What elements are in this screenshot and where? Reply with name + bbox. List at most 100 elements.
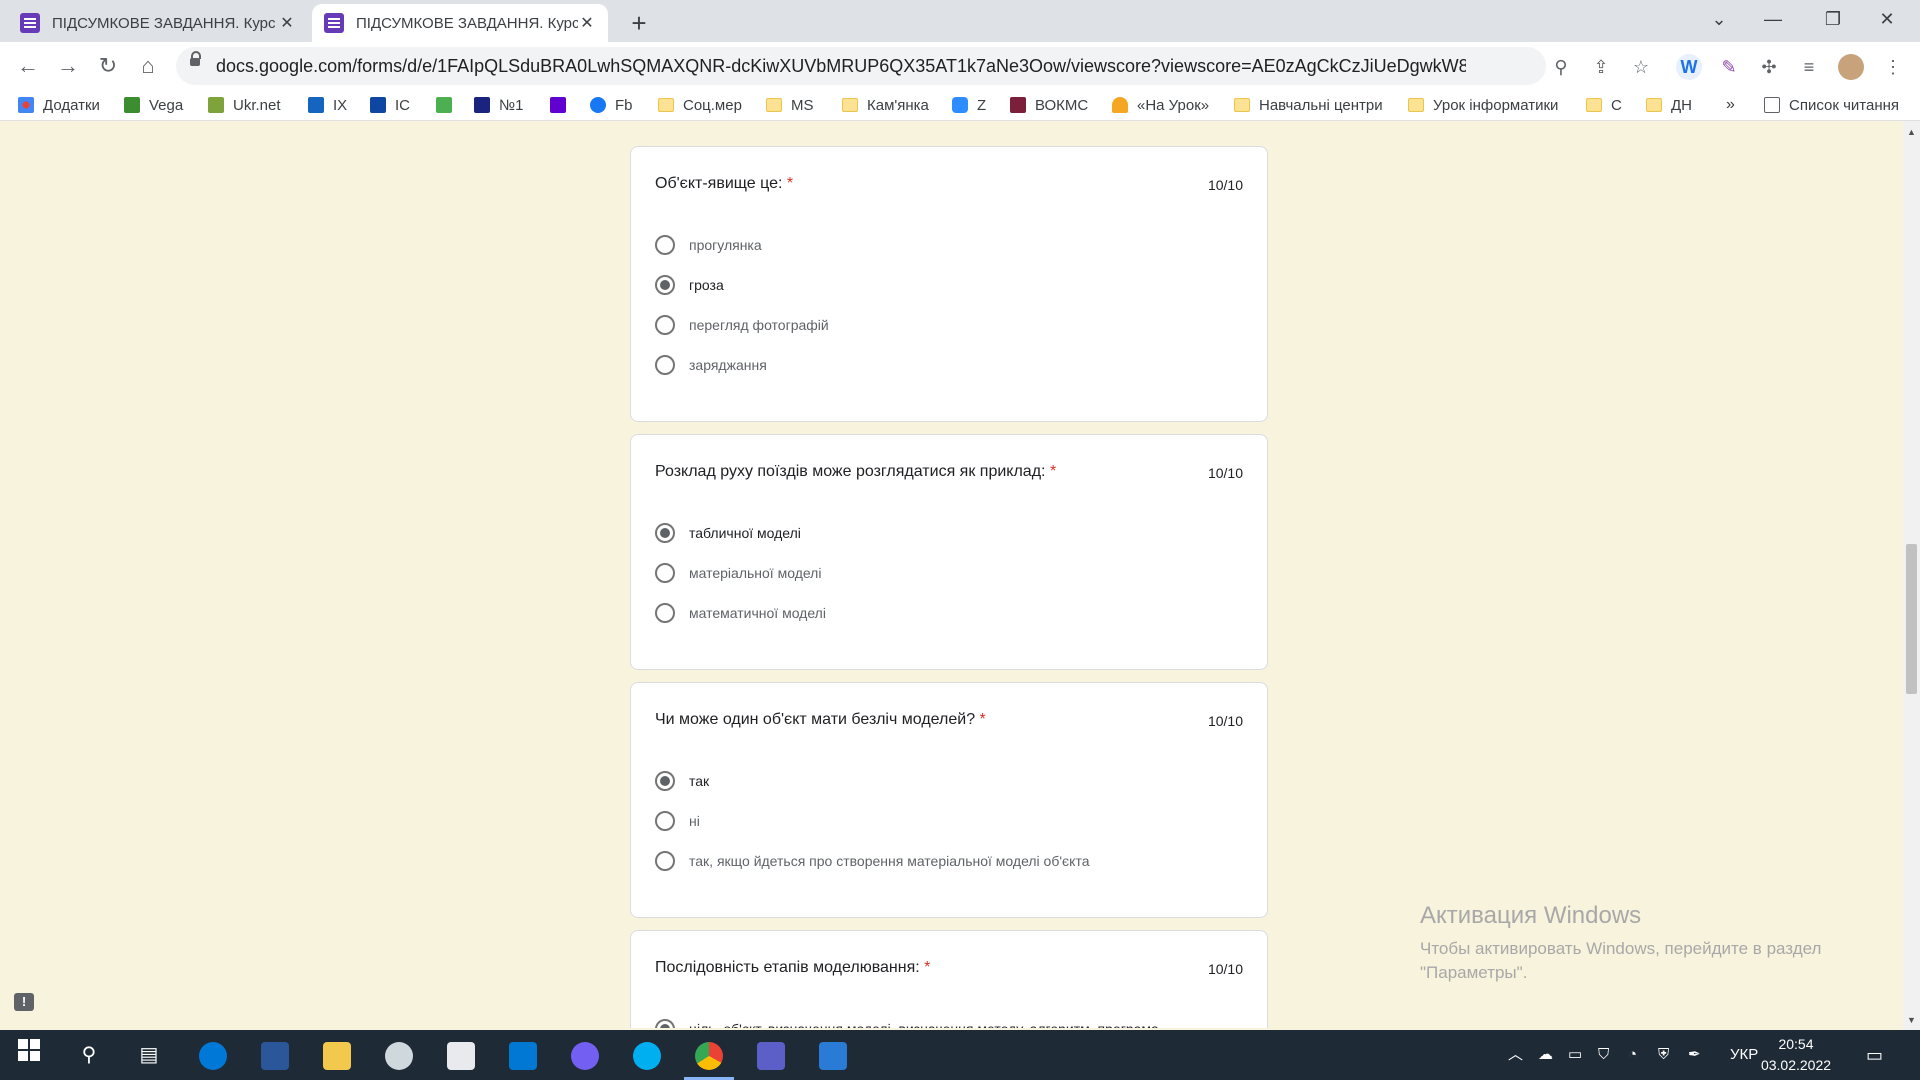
url-text[interactable]: docs.google.com/forms/d/e/1FAIpQLSduBRA0… [216,56,1466,77]
radio-button[interactable] [655,235,675,255]
radio-button-checked[interactable] [655,771,675,791]
bookmark-star-icon[interactable]: ☆ [1628,54,1654,80]
back-icon[interactable]: ← [12,50,44,82]
answer-option-selected[interactable]: так [655,771,709,791]
bookmark-ic[interactable]: IC [370,95,410,115]
media-control-icon[interactable]: ≡ [1796,54,1822,80]
extensions-puzzle-icon[interactable]: ✣ [1756,54,1782,80]
bookmark-folder-ms[interactable]: MS [766,95,814,115]
answer-option[interactable]: математичної моделі [655,603,826,623]
tray-overflow-icon[interactable]: ︿ [1508,1030,1523,1080]
time: 20:54 [1778,1036,1814,1052]
bookmark-folder-dn[interactable]: ДН [1646,95,1692,115]
bookmark-folder-informatics[interactable]: Урок інформатики [1408,95,1558,115]
new-tab-button[interactable]: + [624,8,654,38]
bookmark-folder-kamianka[interactable]: Кам'янка [842,95,929,115]
bookmark-n1[interactable]: №1 [474,95,523,115]
chrome-icon[interactable] [684,1039,734,1080]
extension-w-icon[interactable]: W [1676,54,1702,80]
notifications-icon[interactable]: ▭ [1866,1030,1883,1080]
language-indicator[interactable]: УКР [1730,1030,1758,1080]
photos-icon[interactable] [816,1039,850,1071]
vega-icon [124,97,140,113]
pen-icon[interactable]: ✒ [1688,1030,1701,1080]
radio-button[interactable] [655,563,675,583]
word-icon[interactable] [258,1039,292,1071]
tab-strip: ПІДСУМКОВЕ ЗАВДАННЯ. Курс ✕ ПІДСУМКОВЕ З… [0,0,1920,42]
radio-button[interactable] [655,811,675,831]
wifi-icon[interactable]: ◔ [1628,1030,1637,1080]
clock[interactable]: 20:54 03.02.2022 [1756,1034,1836,1076]
bookmark-naurok[interactable]: «На Урок» [1112,95,1209,115]
radio-button-checked[interactable] [655,523,675,543]
bookmark-yahoo[interactable] [550,95,575,115]
answer-option[interactable]: прогулянка [655,235,762,255]
bookmark-fb[interactable]: Fb [590,95,633,115]
home-icon[interactable]: ⌂ [132,50,164,82]
radio-button[interactable] [655,603,675,623]
browser-tab-1[interactable]: ПІДСУМКОВЕ ЗАВДАННЯ. Курс ✕ [8,4,308,42]
vertical-scrollbar[interactable]: ▲ ▼ [1903,121,1920,1030]
answer-option[interactable]: матеріальної моделі [655,563,821,583]
extension-pen-icon[interactable]: ✎ [1716,54,1742,80]
start-icon[interactable] [12,1039,46,1071]
edge-icon[interactable] [196,1039,230,1071]
mail-icon[interactable] [506,1039,540,1071]
scroll-up-arrow-icon[interactable]: ▲ [1907,127,1916,137]
skype-icon[interactable] [630,1039,664,1071]
menu-icon[interactable]: ⋮ [1880,54,1906,80]
bookmark-vokms[interactable]: ВОКМС [1010,95,1088,115]
reading-list-button[interactable]: Список читання [1764,95,1899,115]
task-view-icon[interactable]: ▤ [132,1039,166,1071]
answer-option[interactable]: ні [655,811,700,831]
reload-icon[interactable]: ↻ [92,50,124,82]
defender-icon[interactable]: ⛉ [1598,1030,1609,1080]
answer-option[interactable]: так, якщо йдеться про створення матеріал… [655,851,1090,871]
bookmark-apps[interactable]: Додатки [18,95,100,115]
zoom-icon[interactable]: ⚲ [1548,54,1574,80]
scroll-down-arrow-icon[interactable]: ▼ [1907,1015,1916,1025]
bookmark-folder-socmer[interactable]: Соц.мер [658,95,742,115]
profile-avatar[interactable] [1838,54,1864,80]
bookmarks-overflow-button[interactable]: » [1726,95,1735,115]
radio-button[interactable] [655,355,675,375]
option-label: так, якщо йдеться про створення матеріал… [689,853,1090,869]
bookmark-vega[interactable]: Vega [124,95,183,115]
close-tab-icon[interactable]: ✕ [278,13,296,33]
file-explorer-icon[interactable] [320,1039,354,1071]
answer-option[interactable]: заряджання [655,355,767,375]
browser-tab-2[interactable]: ПІДСУМКОВЕ ЗАВДАННЯ. Курс ✕ [312,4,608,42]
minimize-button[interactable]: — [1746,0,1800,40]
answer-option-selected[interactable]: табличної моделі [655,523,801,543]
address-bar[interactable]: docs.google.com/forms/d/e/1FAIpQLSduBRA0… [176,47,1546,85]
restore-button[interactable]: ❐ [1806,0,1860,40]
close-window-button[interactable]: ✕ [1860,0,1914,40]
share-icon[interactable]: ⇪ [1588,54,1614,80]
answer-option[interactable]: перегляд фотографій [655,315,829,335]
search-icon[interactable]: ⚲ [72,1039,106,1071]
bookmark-folder-centers[interactable]: Навчальні центри [1234,95,1383,115]
radio-button[interactable] [655,851,675,871]
report-problem-icon[interactable]: ! [14,993,34,1011]
radio-button-checked[interactable] [655,275,675,295]
teams-icon[interactable] [754,1039,788,1071]
bookmark-ix[interactable]: IX [308,95,347,115]
onedrive-icon[interactable]: ☁ [1538,1030,1553,1080]
answer-option-selected[interactable]: гроза [655,275,724,295]
bookmark-folder-c[interactable]: С [1586,95,1622,115]
close-tab-icon[interactable]: ✕ [578,13,596,33]
bookmark-ukrnet[interactable]: Ukr.net [208,95,281,115]
radio-button[interactable] [655,315,675,335]
scrollbar-thumb[interactable] [1906,544,1917,694]
battery-icon[interactable]: ▭ [1568,1030,1582,1080]
paint-icon[interactable] [382,1039,416,1071]
tab-search-icon[interactable]: ⌄ [1692,0,1746,40]
security-icon[interactable]: ⛨ [1658,1030,1669,1080]
folder-icon [842,98,858,112]
store-icon[interactable] [444,1039,478,1071]
bookmark-zoom[interactable]: Z [952,95,986,115]
bookmark-label: ДН [1671,96,1692,114]
bookmark-green[interactable] [436,95,461,115]
viber-icon[interactable] [568,1039,602,1071]
forward-icon[interactable]: → [52,50,84,82]
